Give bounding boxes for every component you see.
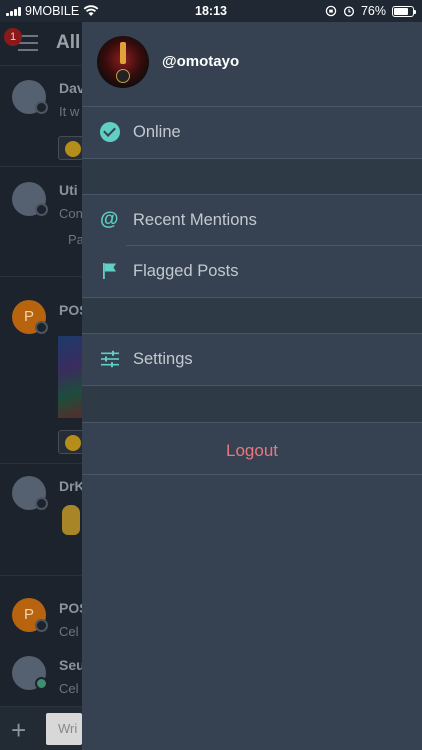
attach-plus-icon[interactable]: + xyxy=(11,715,26,746)
battery-percent: 76% xyxy=(360,4,386,18)
flagged-posts-label: Flagged Posts xyxy=(133,262,239,280)
at-sign-icon: @ xyxy=(100,209,119,230)
status-right: 76% xyxy=(325,4,416,18)
post-text: Cel xyxy=(59,624,79,639)
divider xyxy=(82,474,422,475)
status-indicator xyxy=(35,203,48,216)
username: @omotayo xyxy=(162,53,240,70)
post-author[interactable]: Seu xyxy=(59,657,82,673)
section-gap xyxy=(82,386,422,422)
post-author[interactable]: Dav xyxy=(59,80,82,96)
profile-header[interactable]: @omotayo xyxy=(82,22,422,106)
status-label: Online xyxy=(133,123,181,141)
status-indicator xyxy=(35,101,48,114)
status-indicator xyxy=(35,497,48,510)
recent-mentions-label: Recent Mentions xyxy=(133,211,257,229)
rotation-lock-icon xyxy=(325,5,337,17)
post-text: Con xyxy=(59,206,82,221)
profile-avatar[interactable] xyxy=(97,36,149,88)
channel-title: All xyxy=(56,32,81,53)
battery-fill xyxy=(394,7,408,15)
sliders-icon xyxy=(101,350,119,368)
post-text: It w xyxy=(59,104,80,119)
divider xyxy=(126,245,422,246)
post-separator xyxy=(0,166,82,167)
post-attachment[interactable]: Pa xyxy=(68,232,82,247)
post-image-thumbnail[interactable] xyxy=(58,336,82,418)
section-gap xyxy=(82,159,422,194)
reaction-button[interactable] xyxy=(58,136,84,160)
post-separator xyxy=(0,575,82,576)
settings-drawer: @omotayo Online @ Recent Mentions Flagge… xyxy=(82,22,422,750)
flagged-posts-item[interactable]: Flagged Posts xyxy=(82,247,422,297)
status-indicator xyxy=(35,321,48,334)
status-indicator xyxy=(35,619,48,632)
raised-hand-emoji xyxy=(62,505,80,535)
battery-icon xyxy=(392,5,416,17)
online-indicator xyxy=(35,677,48,690)
message-input[interactable]: Wri xyxy=(46,713,82,745)
settings-item[interactable]: Settings xyxy=(82,335,422,385)
divider xyxy=(82,422,422,423)
logout-button[interactable]: Logout xyxy=(82,426,422,476)
post-separator xyxy=(0,463,82,464)
flag-icon xyxy=(103,263,116,279)
post-author[interactable]: DrK xyxy=(59,478,82,494)
settings-label: Settings xyxy=(133,350,193,368)
divider xyxy=(82,106,422,107)
section-gap xyxy=(82,298,422,333)
composer-bar: + Wri xyxy=(0,706,82,750)
unread-badge: 1 xyxy=(4,28,22,46)
alarm-icon xyxy=(343,6,355,17)
post-author[interactable]: POS xyxy=(59,600,82,616)
reaction-button[interactable] xyxy=(58,430,84,454)
post-separator xyxy=(0,276,82,277)
recent-mentions-item[interactable]: @ Recent Mentions xyxy=(82,196,422,246)
divider xyxy=(82,333,422,334)
post-author[interactable]: Uti xyxy=(59,182,82,198)
post-text: Cel xyxy=(59,681,79,696)
divider xyxy=(82,194,422,195)
status-online-item[interactable]: Online xyxy=(82,108,422,158)
post-author[interactable]: POS xyxy=(59,302,82,318)
status-bar: 9MOBILE 18:13 76% xyxy=(0,0,422,22)
check-circle-icon xyxy=(100,122,120,142)
